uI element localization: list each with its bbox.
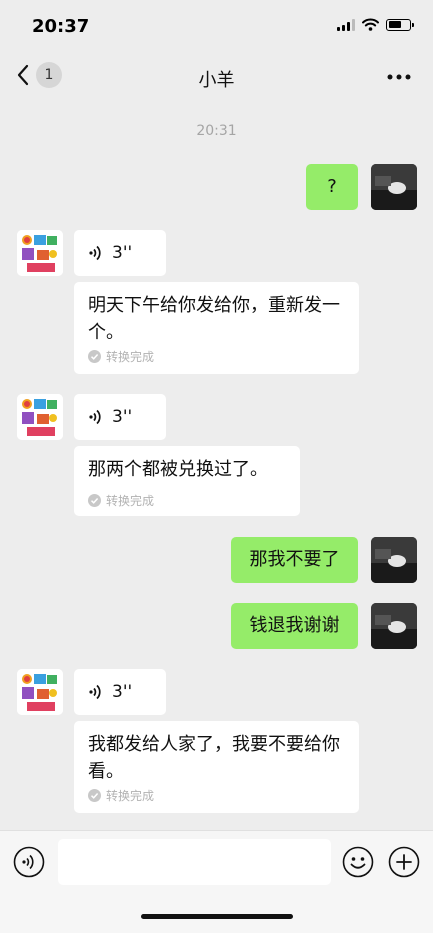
check-icon [88,350,101,363]
outgoing-message[interactable]: ? [306,164,358,210]
status-text: 转换完成 [106,494,155,508]
voice-transcript[interactable]: 那两个都被兑换过了。 转换完成 [74,446,300,516]
status-text: 转换完成 [106,789,155,803]
my-avatar[interactable] [371,164,417,210]
voice-transcript[interactable]: 明天下午给你发给你，重新发一个。 转换完成 [74,282,359,374]
battery-icon [386,18,414,31]
contact-avatar[interactable] [17,230,63,276]
voice-wave-icon [89,409,101,425]
transcript-text: 那两个都被兑换过了。 [88,459,268,480]
message-text: 钱退我谢谢 [249,615,340,636]
voice-message[interactable]: 3'' [74,394,166,440]
add-icon[interactable] [388,846,420,878]
message-timestamp: 20:31 [196,123,237,139]
outgoing-message[interactable]: 那我不要了 [231,537,358,583]
voice-message[interactable]: 3'' [74,669,166,715]
message-text: 那我不要了 [249,549,340,570]
outgoing-message[interactable]: 钱退我谢谢 [231,603,358,649]
transcript-text: 明天下午给你发给你，重新发一个。 [88,295,340,343]
message-text: ? [327,176,337,197]
transcript-status: 转换完成 [88,348,154,365]
voice-transcript[interactable]: 我都发给人家了，我要不要给你看。 转换完成 [74,721,359,813]
status-icons [337,18,414,31]
signal-icon [337,18,355,31]
voice-duration: 3'' [112,682,133,702]
voice-message[interactable]: 3'' [74,230,166,276]
my-avatar[interactable] [371,537,417,583]
chat-title: 小羊 [198,70,235,91]
voice-wave-icon [89,245,101,261]
voice-duration: 3'' [112,407,133,427]
chat-header: 1 小羊 [0,50,433,106]
contact-avatar[interactable] [17,394,63,440]
transcript-status: 转换完成 [88,787,154,804]
message-input[interactable] [58,839,331,885]
transcript-text: 我都发给人家了，我要不要给你看。 [88,734,340,782]
my-avatar[interactable] [371,603,417,649]
voice-input-icon[interactable] [13,846,45,878]
transcript-status: 转换完成 [88,492,154,509]
home-indicator [141,914,293,919]
more-button[interactable] [387,64,411,94]
voice-duration: 3'' [112,243,133,263]
contact-avatar[interactable] [17,669,63,715]
voice-wave-icon [89,684,101,700]
status-text: 转换完成 [106,350,155,364]
check-icon [88,789,101,802]
check-icon [88,494,101,507]
emoji-icon[interactable] [342,846,374,878]
more-icon [387,74,411,80]
status-bar: 20:37 [0,0,433,50]
wifi-icon [362,18,379,31]
status-time: 20:37 [32,16,90,37]
